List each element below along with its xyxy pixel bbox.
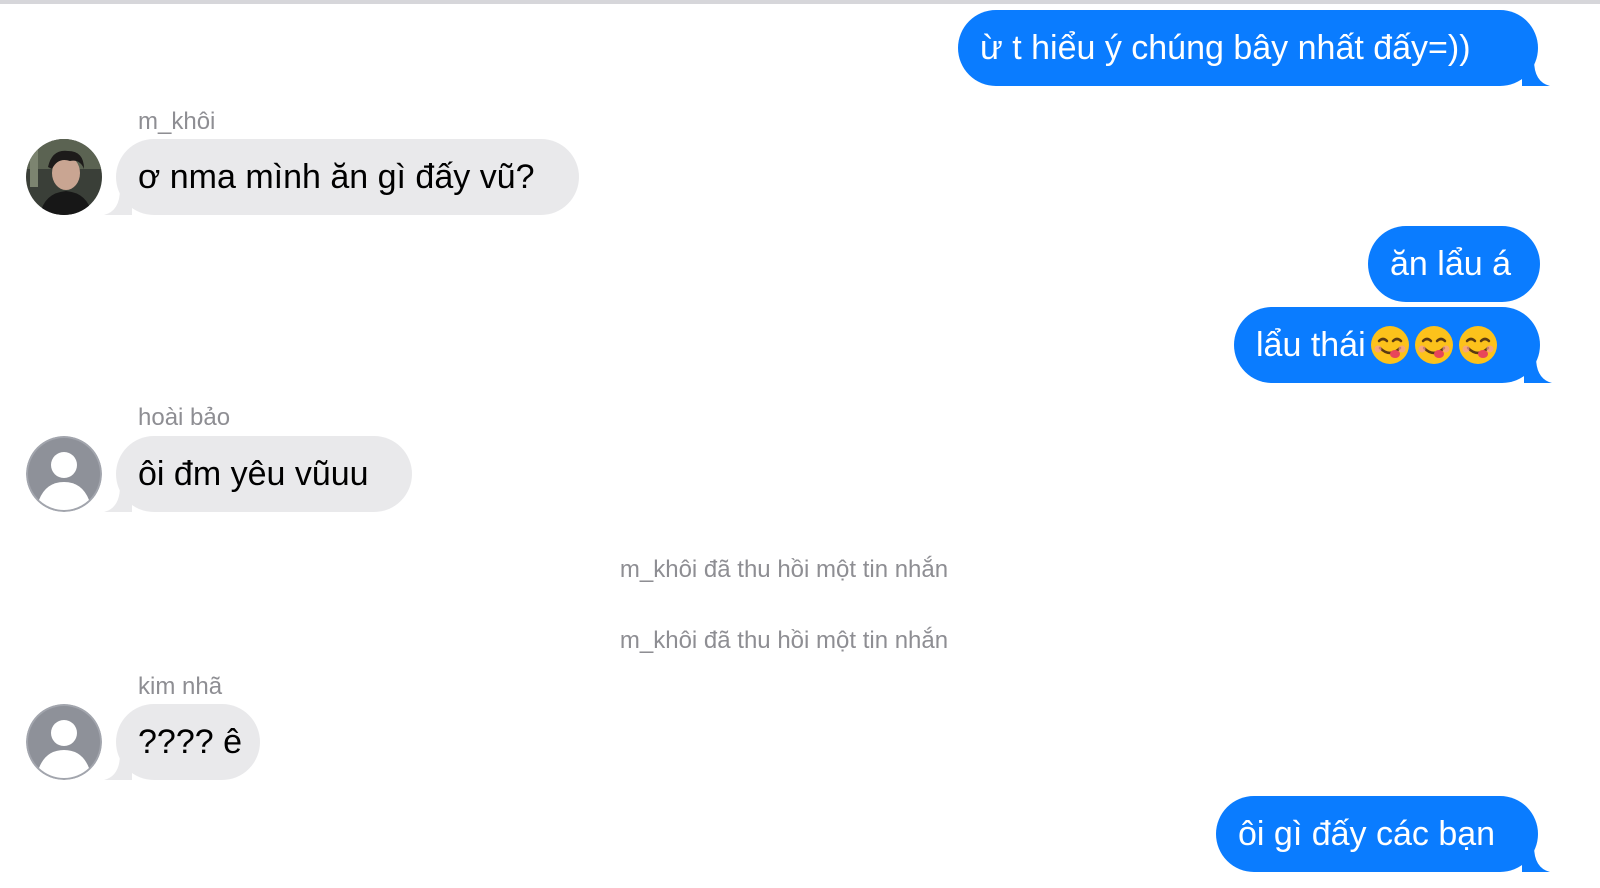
outgoing-message-bubble[interactable]: ăn lẩu á	[1368, 226, 1540, 302]
bubble-tail	[104, 189, 132, 215]
yum-face-icon	[1458, 326, 1497, 364]
yum-face-icon	[1370, 326, 1409, 364]
sender-name: m_khôi	[138, 108, 216, 135]
default-avatar-icon	[26, 436, 102, 512]
incoming-message-bubble[interactable]: ơ nma mình ăn gì đấy vũ?	[104, 139, 579, 215]
outgoing-message-bubble[interactable]: ôi gì đấy các bạn	[1216, 796, 1550, 872]
bubble-tail	[104, 486, 132, 512]
yum-face-icon	[1414, 326, 1453, 364]
bubble-tail	[1524, 357, 1552, 383]
chat-thread[interactable]: ừ t hiểu ý chúng bây nhất đấy=)) m_khôi …	[0, 0, 1600, 888]
sender-name: hoài bảo	[138, 404, 231, 431]
sender-name: kim nhã	[138, 673, 223, 700]
bubble-tail	[1522, 60, 1550, 86]
message-text: ôi gì đấy các bạn	[1238, 815, 1496, 853]
message-text: ừ t hiểu ý chúng bây nhất đấy=))	[980, 29, 1471, 67]
message-text: lẩu thái	[1256, 326, 1366, 364]
profile-photo-avatar-icon	[26, 139, 102, 215]
avatar[interactable]	[26, 139, 102, 215]
message-text: ơ nma mình ăn gì đấy vũ?	[138, 158, 535, 196]
bubble-tail	[104, 754, 132, 780]
avatar[interactable]	[26, 704, 102, 780]
system-notice: m_khôi đã thu hồi một tin nhắn	[619, 556, 949, 583]
incoming-message-bubble[interactable]: ???? ê	[104, 704, 260, 780]
default-avatar-icon	[26, 704, 102, 780]
message-text: ôi đm yêu vũuu	[138, 455, 369, 493]
avatar[interactable]	[26, 436, 102, 512]
outgoing-message-bubble[interactable]: ừ t hiểu ý chúng bây nhất đấy=))	[958, 10, 1550, 86]
outgoing-message-bubble[interactable]: lẩu thái	[1234, 307, 1552, 383]
bubble-tail	[1522, 846, 1550, 872]
incoming-message-bubble[interactable]: ôi đm yêu vũuu	[104, 436, 412, 512]
message-text: ???? ê	[138, 723, 242, 761]
message-text: ăn lẩu á	[1390, 245, 1511, 283]
system-notice: m_khôi đã thu hồi một tin nhắn	[619, 627, 949, 654]
